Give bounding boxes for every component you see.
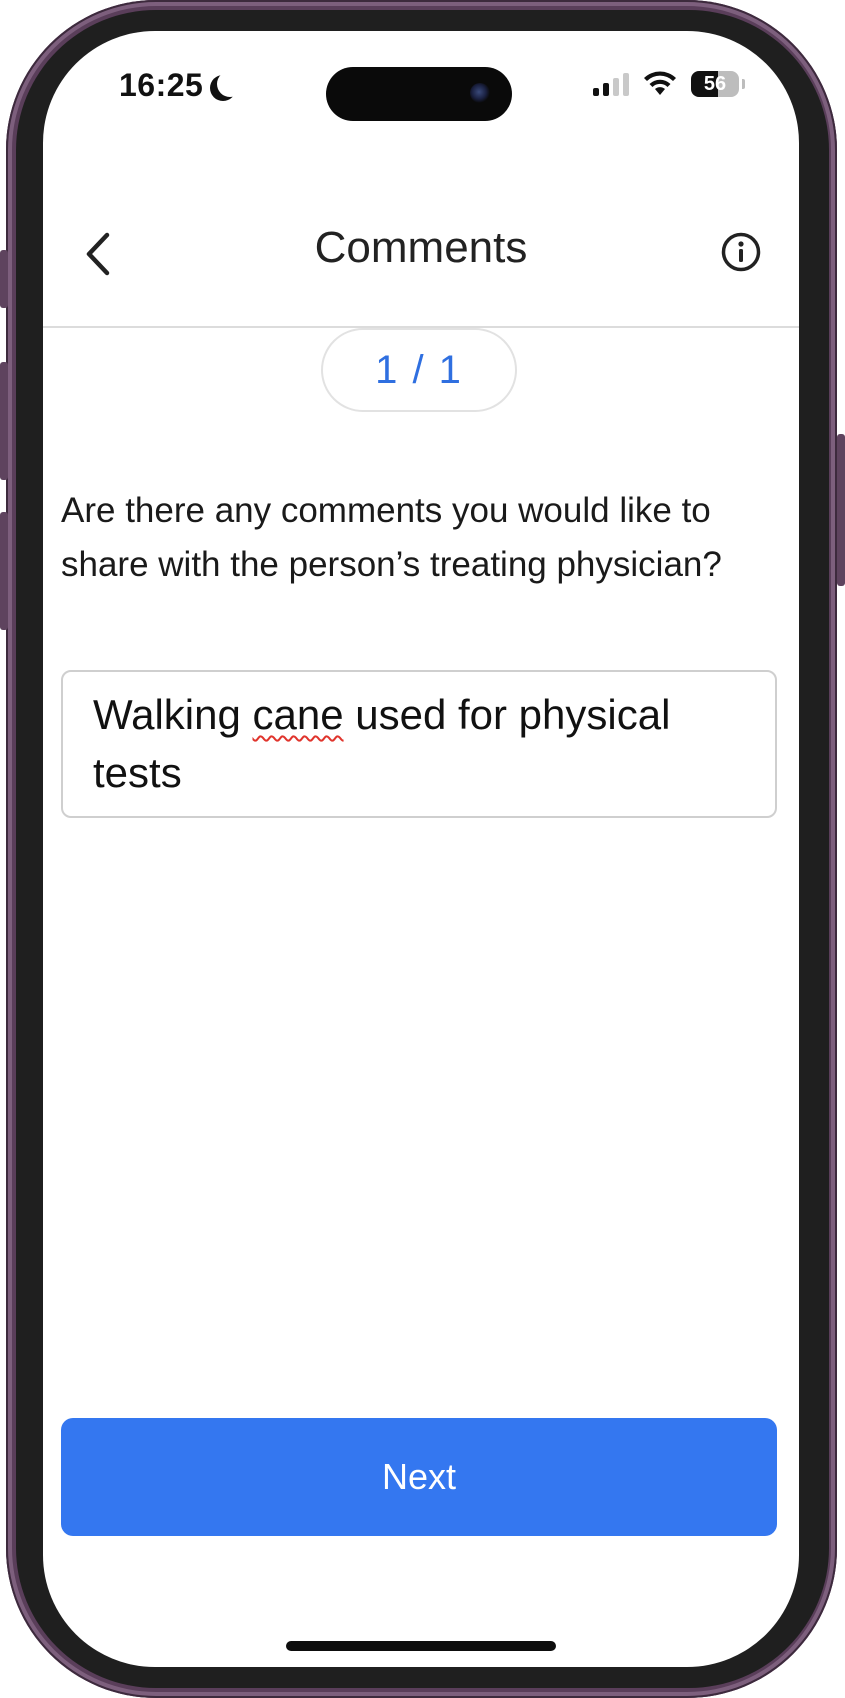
dynamic-island [326, 67, 512, 121]
status-time: 16:25 [119, 67, 204, 103]
progress-label: 1 / 1 [375, 347, 463, 392]
answer-text-start: Walking [93, 691, 253, 738]
question-progress-indicator: 1 / 1 [321, 328, 517, 412]
status-bar-time-group: 16:25 [119, 67, 235, 104]
wifi-icon [644, 71, 676, 95]
info-button[interactable] [721, 232, 761, 272]
page-title: Comments [314, 223, 528, 272]
volume-down-button [0, 512, 8, 630]
next-button[interactable]: Next [61, 1418, 777, 1536]
power-button [837, 434, 845, 586]
comment-textarea[interactable]: Walking cane used for physical tests [61, 670, 777, 818]
info-circle-icon [721, 232, 761, 272]
volume-up-button [0, 362, 8, 480]
battery-level: 56 [703, 72, 727, 95]
moon-icon [217, 71, 243, 97]
question-text: Are there any comments you would like to… [61, 491, 722, 584]
camera-icon [470, 83, 490, 103]
phone-screen: 16:25 56 Comments 1 / 1 Are there any co… [43, 31, 799, 1667]
navigation-bar: Comments [43, 181, 799, 328]
home-indicator[interactable] [286, 1641, 556, 1651]
battery-icon: 56 [691, 71, 745, 97]
misspelled-word[interactable]: cane [253, 691, 344, 738]
status-bar-indicators: 56 [593, 71, 745, 97]
cellular-signal-icon [593, 72, 629, 96]
action-button [0, 250, 8, 308]
